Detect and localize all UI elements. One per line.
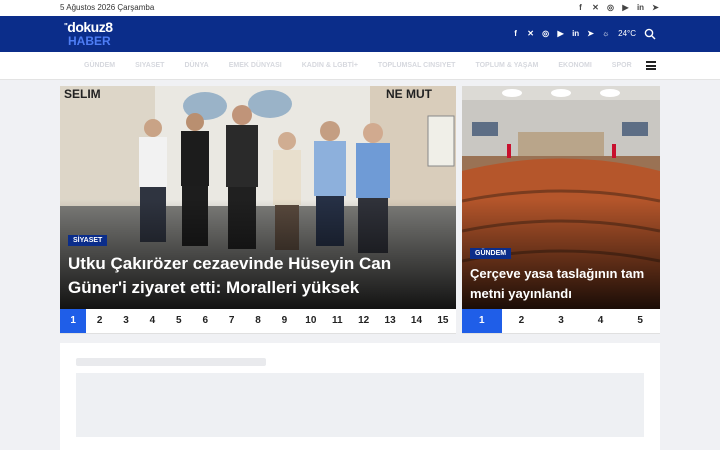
header-social-links: f ✕ ◎ ▶ in ➤ ☼ 24°C — [511, 29, 636, 38]
linkedin-icon[interactable]: in — [636, 3, 645, 12]
nav-item-toplumsal-cinsiyet[interactable]: Toplumsal Cinsiyet — [378, 62, 456, 69]
nav-item-spor[interactable]: Spor — [612, 62, 632, 69]
top-bar: 5 Ağustos 2026 Çarşamba f ✕ ◎ ▶ in ➤ — [0, 0, 720, 16]
slide-page-button[interactable]: 15 — [430, 309, 456, 333]
x-icon[interactable]: ✕ — [591, 3, 600, 12]
slide-page-button[interactable]: 9 — [271, 309, 297, 333]
weather-temperature: 24°C — [618, 29, 636, 38]
nav-item-dunya[interactable]: Dünya — [184, 62, 208, 69]
slide-page-button[interactable]: 2 — [86, 309, 112, 333]
slide-page-button[interactable]: 4 — [139, 309, 165, 333]
telegram-icon[interactable]: ➤ — [586, 29, 595, 38]
slide-page-button[interactable]: 6 — [192, 309, 218, 333]
content-panel-placeholder — [60, 343, 660, 450]
search-icon[interactable] — [644, 28, 656, 40]
category-badge[interactable]: GÜNDEM — [470, 248, 512, 259]
slide-page-button[interactable]: 5 — [620, 309, 660, 333]
x-icon[interactable]: ✕ — [526, 29, 535, 38]
current-date: 5 Ağustos 2026 Çarşamba — [60, 3, 155, 12]
youtube-icon[interactable]: ▶ — [621, 3, 630, 12]
slide-page-button[interactable]: 3 — [113, 309, 139, 333]
side-news-slider[interactable]: GÜNDEM Çerçeve yasa taslağının tam metni… — [462, 86, 660, 309]
top-social-links: f ✕ ◎ ▶ in ➤ — [576, 3, 660, 12]
instagram-icon[interactable]: ◎ — [606, 3, 615, 12]
slide-page-button[interactable]: 10 — [298, 309, 324, 333]
site-logo[interactable]: "dokuz8 HABER — [64, 20, 113, 48]
category-badge[interactable]: SİYASET — [68, 235, 108, 246]
nav-item-gundem[interactable]: Gündem — [84, 62, 115, 69]
slide-page-button[interactable]: 1 — [60, 309, 87, 333]
nav-item-ekonomi[interactable]: Ekonomi — [558, 62, 591, 69]
nav-item-kadin[interactable]: Kadın & LGBTİ+ — [302, 62, 358, 69]
facebook-icon[interactable]: f — [511, 29, 520, 38]
linkedin-icon[interactable]: in — [571, 29, 580, 38]
skeleton-block — [76, 373, 644, 437]
logo-subtext: HABER — [68, 34, 111, 48]
main-headline[interactable]: Utku Çakırözer cezaevinde Hüseyin Can Gü… — [68, 252, 448, 300]
slide-page-button[interactable]: 7 — [218, 309, 244, 333]
facebook-icon[interactable]: f — [576, 3, 585, 12]
slide-page-button[interactable]: 2 — [502, 309, 542, 333]
nav-item-toplum-yasam[interactable]: Toplum & Yaşam — [475, 62, 538, 69]
wall-text-right: NE MUT — [386, 87, 433, 101]
main-slider-pagination: 1 2 3 4 5 6 7 8 9 10 11 12 13 14 15 — [60, 309, 456, 334]
slide-page-button[interactable]: 8 — [245, 309, 271, 333]
skeleton-line — [76, 358, 266, 366]
side-slider-pagination: 1 2 3 4 5 — [462, 309, 660, 334]
hamburger-icon[interactable] — [646, 61, 656, 70]
instagram-icon[interactable]: ◎ — [541, 29, 550, 38]
slide-page-button[interactable]: 11 — [324, 309, 350, 333]
wall-text-left: SELIM — [64, 87, 101, 101]
nav-item-emek[interactable]: Emek Dünyası — [229, 62, 282, 69]
side-headline[interactable]: Çerçeve yasa taslağının tam metni yayınl… — [470, 264, 656, 304]
slide-page-button[interactable]: 14 — [403, 309, 429, 333]
slide-page-button[interactable]: 1 — [462, 309, 502, 333]
main-navigation: Gündem Siyaset Dünya Emek Dünyası Kadın … — [0, 52, 720, 80]
site-header: "dokuz8 HABER f ✕ ◎ ▶ in ➤ ☼ 24°C — [0, 16, 720, 52]
slide-page-button[interactable]: 5 — [166, 309, 192, 333]
nav-item-siyaset[interactable]: Siyaset — [135, 62, 164, 69]
slide-page-button[interactable]: 13 — [377, 309, 403, 333]
youtube-icon[interactable]: ▶ — [556, 29, 565, 38]
weather-icon: ☼ — [601, 29, 610, 38]
slide-page-button[interactable]: 12 — [350, 309, 376, 333]
slide-page-button[interactable]: 3 — [541, 309, 581, 333]
main-news-slider[interactable]: SELIM NE MUT SİYASET Utku Çakırözer ceza… — [60, 86, 456, 309]
telegram-icon[interactable]: ➤ — [651, 3, 660, 12]
slide-page-button[interactable]: 4 — [581, 309, 621, 333]
logo-text: dokuz8 — [67, 19, 113, 35]
